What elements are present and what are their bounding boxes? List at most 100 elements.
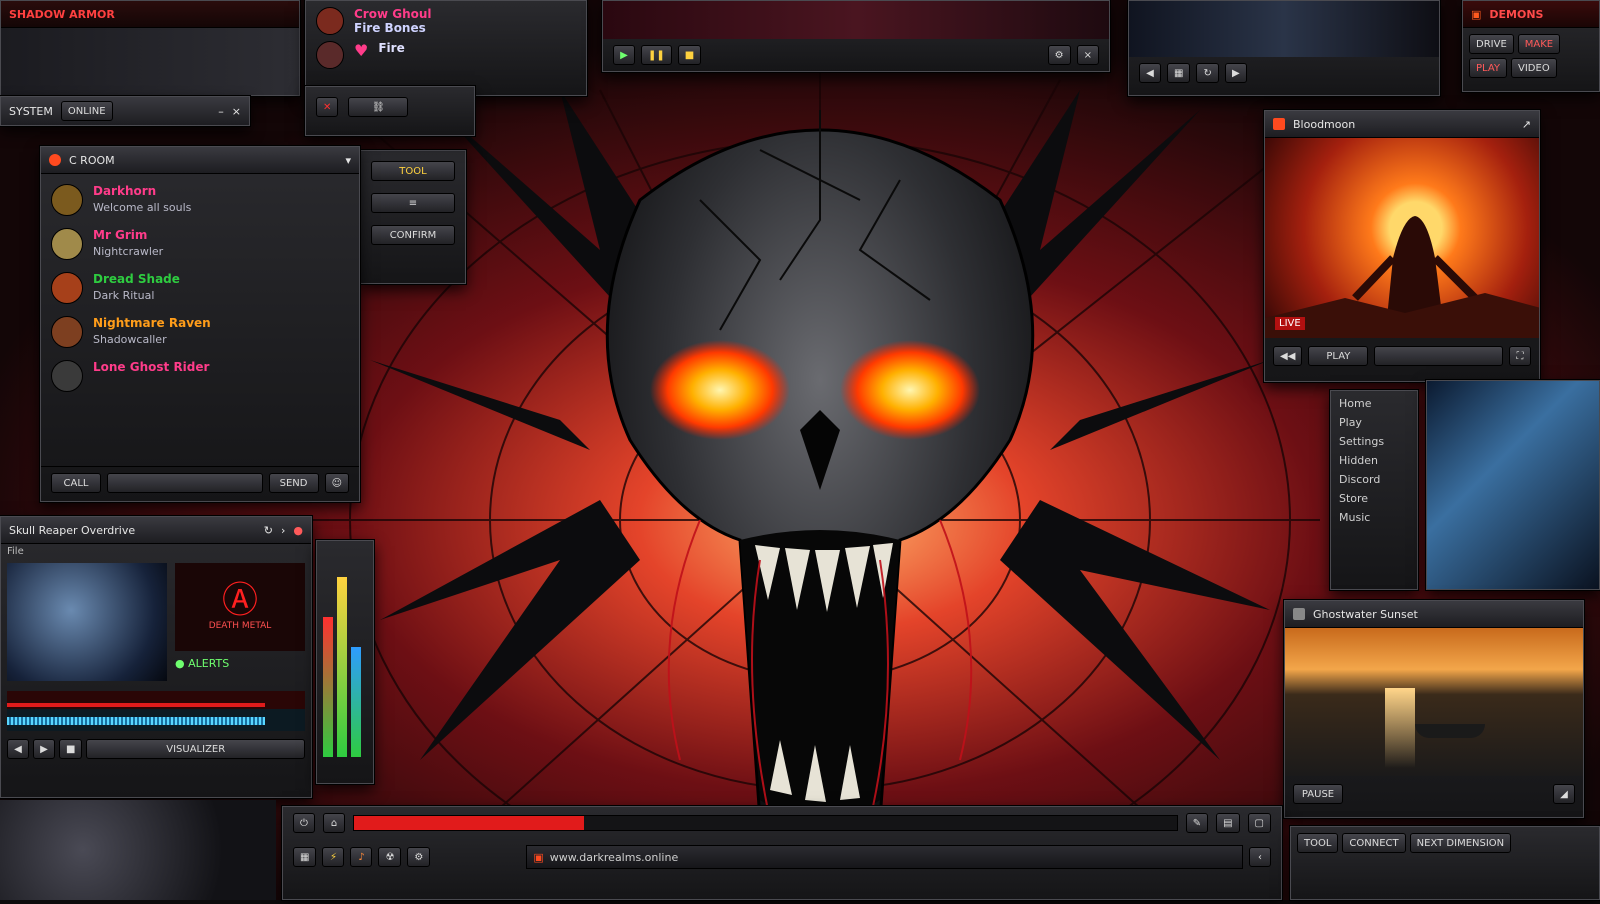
make-button[interactable]: MAKE — [1517, 34, 1561, 54]
video-button[interactable]: VIDEO — [1511, 58, 1557, 78]
user-name: Nightmare Raven — [93, 316, 211, 330]
app-launcher-button[interactable]: ▦ — [293, 847, 317, 867]
list-item[interactable]: Dread Shade Dark Ritual — [41, 266, 359, 310]
demons-panel: ▣ DEMONS DRIVE MAKE PLAY VIDEO — [1462, 0, 1600, 92]
pause-button[interactable]: PAUSE — [1293, 784, 1343, 804]
seek-bar[interactable] — [1374, 346, 1503, 366]
menu-item-discord[interactable]: Discord — [1339, 473, 1409, 486]
list-item[interactable]: Darkhorn Welcome all souls — [41, 178, 359, 222]
chat-window: C ROOM ▾ Darkhorn Welcome all souls Mr G… — [40, 146, 360, 502]
side-menu: Home Play Settings Hidden Discord Store … — [1330, 390, 1418, 590]
user-name: Darkhorn — [93, 184, 157, 198]
avatar — [316, 41, 344, 69]
lake-preview — [1285, 628, 1583, 776]
power-button[interactable]: ⏻ — [293, 813, 315, 833]
drive-button[interactable]: DRIVE — [1469, 34, 1514, 54]
forward-icon[interactable]: › — [281, 524, 285, 537]
cancel-button[interactable]: ✕ — [316, 97, 339, 117]
flame-icon: ▣ — [533, 850, 544, 864]
forward-button[interactable]: ▶ — [1224, 63, 1247, 83]
avatar — [51, 272, 83, 304]
progress-bar[interactable] — [353, 815, 1178, 831]
chevron-left-icon[interactable]: ‹ — [1249, 847, 1271, 867]
video-title: Bloodmoon — [1293, 117, 1356, 131]
lock-button[interactable]: ⌂ — [323, 813, 345, 833]
friend-name: Crow Ghoul — [354, 7, 432, 21]
scifi-window — [1426, 380, 1600, 590]
play-button[interactable]: PLAY — [1308, 346, 1369, 366]
video-thumbnail — [7, 563, 167, 681]
refresh-icon[interactable]: ↻ — [264, 524, 273, 537]
visualizer-button[interactable]: VISUALIZER — [86, 739, 305, 759]
stop-button[interactable]: ■ — [59, 739, 83, 759]
message-list: Darkhorn Welcome all souls Mr Grim Night… — [41, 174, 359, 466]
play-button[interactable]: ▶ — [33, 739, 55, 759]
tab-next-dimension[interactable]: NEXT DIMENSION — [1409, 833, 1512, 853]
play-button[interactable]: PLAY — [1469, 58, 1508, 78]
waveform — [7, 691, 305, 731]
list-item[interactable]: Mr Grim Nightcrawler — [41, 222, 359, 266]
grid-button[interactable]: ▦ — [1167, 63, 1191, 83]
equalizer-window — [316, 540, 374, 784]
close-icon[interactable]: × — [232, 105, 241, 118]
chat-input[interactable] — [107, 473, 263, 493]
layers-button[interactable]: ≡ — [371, 193, 455, 213]
close-icon[interactable]: ● — [293, 524, 303, 537]
message-text: Welcome all souls — [93, 201, 192, 214]
minimize-icon[interactable]: – — [218, 105, 224, 118]
expand-icon[interactable]: ↗ — [1522, 118, 1531, 131]
chevron-down-icon[interactable]: ▾ — [345, 154, 351, 167]
tab-connect[interactable]: CONNECT — [1342, 833, 1406, 853]
menu-item-store[interactable]: Store — [1339, 492, 1409, 505]
list-item[interactable]: Lone Ghost Rider — [41, 354, 359, 398]
red-wave — [7, 703, 265, 707]
close-button[interactable]: × — [1076, 45, 1099, 65]
avatar — [51, 228, 83, 260]
menu-item-hidden[interactable]: Hidden — [1339, 454, 1409, 467]
menu-item-play[interactable]: Play — [1339, 416, 1409, 429]
app-launcher-button[interactable]: ⚡ — [322, 847, 345, 867]
logo-panel: Ⓐ DEATH METAL — [175, 563, 305, 651]
pause-button[interactable]: ❚❚ — [641, 45, 672, 65]
tool-button[interactable]: TOOL — [371, 161, 455, 181]
play-button[interactable]: ▶ — [613, 45, 635, 65]
address-bar[interactable]: ▣ www.darkrealms.online — [526, 845, 1243, 869]
send-button[interactable]: SEND — [268, 473, 319, 493]
app-launcher-button[interactable]: ♪ — [350, 847, 373, 867]
link-button[interactable]: ⛓ — [348, 97, 409, 117]
anarchy-logo-icon: Ⓐ — [221, 580, 258, 621]
edit-button[interactable]: ✎ — [1185, 813, 1209, 833]
tab-tool[interactable]: TOOL — [1297, 833, 1339, 853]
refresh-button[interactable]: ↻ — [1196, 63, 1219, 83]
menu-item-settings[interactable]: Settings — [1339, 435, 1409, 448]
friend-name: Fire Bones — [354, 21, 426, 35]
document-button[interactable]: ▤ — [1216, 813, 1240, 833]
confirm-button[interactable]: CONFIRM — [371, 225, 455, 245]
avatar — [51, 184, 83, 216]
menu-item-music[interactable]: Music — [1339, 511, 1409, 524]
avatar — [316, 7, 344, 35]
emoji-button[interactable]: ☺ — [324, 473, 349, 493]
stop-button[interactable]: ■ — [677, 45, 702, 65]
back-button[interactable]: ◀ — [1139, 63, 1161, 83]
online-button[interactable]: ONLINE — [60, 101, 113, 121]
file-tab[interactable]: File — [1, 544, 311, 559]
system-title: SYSTEM — [9, 104, 53, 118]
fullscreen-button[interactable]: ⛶ — [1509, 346, 1531, 366]
list-item[interactable]: Nightmare Raven Shadowcaller — [41, 310, 359, 354]
smoke-artwork — [0, 800, 276, 900]
call-button[interactable]: CALL — [51, 473, 101, 493]
window-button[interactable]: ▢ — [1247, 813, 1271, 833]
app-launcher-button[interactable]: ☢ — [378, 847, 402, 867]
friend-item[interactable]: Crow Ghoul Fire Bones — [316, 5, 576, 37]
settings-button[interactable]: ⚙ — [1047, 45, 1071, 65]
rewind-button[interactable]: ◀ — [7, 739, 29, 759]
bottom-right-panel: TOOL CONNECT NEXT DIMENSION — [1290, 826, 1600, 900]
sun-reflection — [1385, 688, 1415, 768]
friend-item[interactable]: ♥ Fire — [316, 37, 576, 73]
app-launcher-button[interactable]: ⚙ — [407, 847, 431, 867]
volume-button[interactable]: ◢ — [1553, 784, 1575, 804]
flame-icon — [49, 154, 61, 166]
menu-item-home[interactable]: Home — [1339, 397, 1409, 410]
rewind-button[interactable]: ◀◀ — [1273, 346, 1303, 366]
